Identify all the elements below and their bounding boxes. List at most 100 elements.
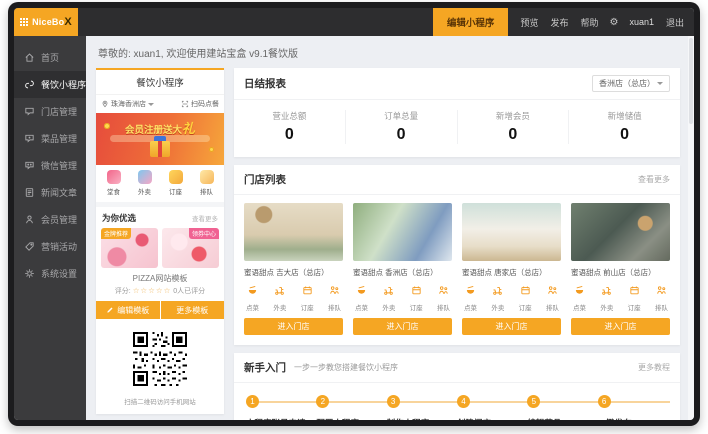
sidebar-item-system-settings[interactable]: 系统设置 <box>14 260 86 287</box>
store-grid: 蜜语甜点 吉大店（总店） 点菜 外卖 订座 排队 进入门店 <box>234 195 680 345</box>
miniprogram-icon <box>24 79 35 90</box>
logo[interactable]: NiceBoX <box>14 8 78 36</box>
sidebar-item-restaurant-miniprogram[interactable]: 餐饮小程序 <box>14 71 86 98</box>
guide-step-1: 1 小程序账号申请 个人小程序账号注册 企业小程序账号注册、认证 微信公众号注册… <box>246 395 316 420</box>
store-name: 蜜语甜点 吉大店（总店） <box>244 267 343 278</box>
template-name: PIZZA网站模板 <box>96 273 224 284</box>
store-action-reserve: 订座 <box>519 283 532 312</box>
username[interactable]: xuan1 <box>629 17 654 27</box>
store-action-takeout: 外卖 <box>491 283 504 312</box>
settings-gear-icon <box>24 268 35 279</box>
store-name: 蜜语甜点 前山店（总店） <box>571 267 670 278</box>
coin-icon <box>209 147 214 152</box>
dine-in-icon <box>107 170 121 184</box>
store-action-takeout: 外卖 <box>382 283 395 312</box>
sidebar-item-dish-management[interactable]: 菜品管理 <box>14 125 86 152</box>
marketing-tag-icon <box>24 241 35 252</box>
scrollbar-thumb[interactable] <box>689 38 693 124</box>
store-action-takeout: 外卖 <box>273 283 286 312</box>
promo-banner: 会员注册送大礼 <box>96 113 224 165</box>
preview-title: 餐饮小程序 <box>96 70 224 95</box>
edit-miniprogram-button[interactable]: 编辑小程序 <box>433 8 509 36</box>
wechat-icon <box>24 160 35 171</box>
enter-store-button[interactable]: 进入门店 <box>353 318 452 335</box>
step-number: 5 <box>527 395 540 408</box>
category-takeout: 外卖 <box>129 170 160 196</box>
bowl-icon <box>356 285 367 296</box>
people-icon <box>656 285 667 296</box>
pencil-icon <box>106 306 114 314</box>
scooter-icon <box>383 285 394 296</box>
logout-link[interactable]: 退出 <box>666 16 684 29</box>
app-screen: NiceBoX 编辑小程序 预览 发布 帮助 ⚙ xuan1 退出 首页 餐饮小… <box>14 8 694 420</box>
preview-location: 珠海香洲店 <box>111 99 146 109</box>
edit-template-button[interactable]: 编辑模板 <box>96 301 160 319</box>
guide-step-2: 2 配置小程序 建站宝盒对接配置 微信开发工具配置 <box>316 395 386 420</box>
scan-order-label: 扫码点餐 <box>191 99 219 109</box>
picks-more-link: 查看更多 <box>192 213 218 223</box>
gear-icon[interactable]: ⚙ <box>609 17 618 28</box>
scan-icon <box>181 100 189 108</box>
store-card: 蜜语甜点 前山店（总店） 点菜 外卖 订座 排队 进入门店 <box>571 203 670 335</box>
right-column: 日结报表 香洲店（总店） 营业总额0 订单总量0 新增会员0 新增储值0 <box>234 68 680 420</box>
members-icon <box>24 214 35 225</box>
scooter-icon <box>492 285 503 296</box>
store-list-more-link[interactable]: 查看更多 <box>638 174 670 185</box>
guide-step-3: 3 制作小程序 选择模板 设计制作 <box>387 395 457 420</box>
scooter-icon <box>274 285 285 296</box>
template-buttons: 编辑模板 更多模板 <box>96 301 224 319</box>
location-pin-icon <box>101 100 109 108</box>
enter-store-button[interactable]: 进入门店 <box>462 318 561 335</box>
store-action-queue: 排队 <box>655 283 668 312</box>
qr-code <box>133 332 187 386</box>
store-card: 蜜语甜点 唐家店（总店） 点菜 外卖 订座 排队 进入门店 <box>462 203 561 335</box>
calendar-icon <box>411 285 422 296</box>
scrollbar[interactable] <box>688 36 694 420</box>
more-templates-button[interactable]: 更多模板 <box>161 301 225 319</box>
grid-icon <box>20 18 28 26</box>
store-action-reserve: 订座 <box>628 283 641 312</box>
coin-icon <box>104 123 110 129</box>
enter-store-button[interactable]: 进入门店 <box>571 318 670 335</box>
sidebar-item-member-management[interactable]: 会员管理 <box>14 206 86 233</box>
store-filter-dropdown[interactable]: 香洲店（总店） <box>592 75 670 92</box>
home-icon <box>24 52 35 63</box>
sidebar-item-home[interactable]: 首页 <box>14 44 86 71</box>
publish-link[interactable]: 发布 <box>550 16 568 29</box>
store-action-takeout: 外卖 <box>600 283 613 312</box>
bowl-icon <box>465 285 476 296</box>
store-action-queue: 排队 <box>328 283 341 312</box>
guide-more-link[interactable]: 更多教程 <box>638 362 670 373</box>
sidebar-item-wechat-management[interactable]: 微信管理 <box>14 152 86 179</box>
picks-images: 金牌推荐 领券中心 <box>96 228 224 268</box>
guide-steps: 1 小程序账号申请 个人小程序账号注册 企业小程序账号注册、认证 微信公众号注册… <box>234 383 680 420</box>
step-number: 6 <box>598 395 611 408</box>
step-number: 1 <box>246 395 259 408</box>
enter-store-button[interactable]: 进入门店 <box>244 318 343 335</box>
qr-caption: 扫描二维码访问手机网站 <box>96 396 224 406</box>
sidebar-item-store-management[interactable]: 门店管理 <box>14 98 86 125</box>
template-rating: 评分: ☆☆☆☆☆ 0人已评分 <box>96 286 224 296</box>
store-action-order: 点菜 <box>246 283 259 312</box>
rating-stars: ☆☆☆☆☆ <box>133 286 172 295</box>
pick-image: 领券中心 <box>162 228 219 268</box>
category-dine-in: 堂食 <box>98 170 129 196</box>
report-title: 日结报表 <box>244 76 286 91</box>
category-reserve: 订座 <box>160 170 191 196</box>
gift-box-icon <box>150 141 170 157</box>
topbar-right: 编辑小程序 预览 发布 帮助 ⚙ xuan1 退出 <box>433 8 694 36</box>
sidebar-item-news-articles[interactable]: 新闻文章 <box>14 179 86 206</box>
takeout-icon <box>138 170 152 184</box>
sidebar-item-marketing[interactable]: 营销活动 <box>14 233 86 260</box>
calendar-icon <box>302 285 313 296</box>
preview-location-bar: 珠海香洲店 扫码点餐 <box>96 95 224 113</box>
store-action-order: 点菜 <box>355 283 368 312</box>
report-stats: 营业总额0 订单总量0 新增会员0 新增储值0 <box>234 100 680 157</box>
store-photo <box>462 203 561 261</box>
preview-link[interactable]: 预览 <box>520 16 538 29</box>
chevron-down-icon <box>148 103 154 106</box>
help-link[interactable]: 帮助 <box>580 16 598 29</box>
people-icon <box>547 285 558 296</box>
stat-new-deposits: 新增储值0 <box>568 110 680 144</box>
store-name: 蜜语甜点 唐家店（总店） <box>462 267 561 278</box>
